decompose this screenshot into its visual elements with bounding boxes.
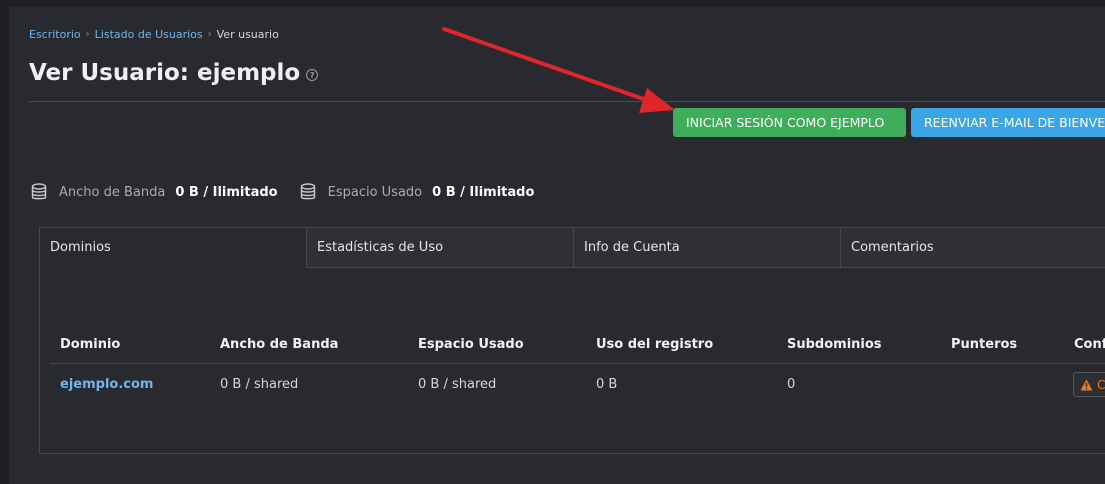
warning-triangle-icon [1080, 379, 1093, 390]
domain-link[interactable]: ejemplo.com [60, 364, 153, 404]
bandwidth-value: 0 B / Ilimitado [175, 184, 278, 200]
resend-welcome-email-label: REENVIAR E-MAIL DE BIENVENIDA [924, 115, 1105, 130]
tab-comments[interactable]: Comentarios [841, 228, 1105, 268]
domain-subdomains: 0 [787, 376, 796, 392]
login-as-user-button[interactable]: INICIAR SESIÓN COMO EJEMPLO [673, 108, 906, 137]
column-header-bandwidth[interactable]: Ancho de Banda [220, 324, 338, 364]
user-details-tabs: Dominios Estadísticas de Uso Info de Cue… [39, 227, 1105, 454]
column-header-config[interactable]: Config [1074, 324, 1105, 364]
domains-table: Dominio Ancho de Banda Espacio Usado Uso… [50, 324, 1105, 404]
database-icon [31, 183, 47, 200]
breadcrumb-current: Ver usuario [216, 28, 279, 41]
usage-summary: Ancho de Banda 0 B / Ilimitado Espacio U… [31, 183, 556, 201]
domain-bandwidth: 0 B / shared [220, 376, 299, 392]
column-header-domain[interactable]: Dominio [60, 324, 120, 364]
breadcrumb-home-link[interactable]: Escritorio [29, 28, 81, 41]
config-warning-label: C [1097, 377, 1105, 392]
column-header-disk[interactable]: Espacio Usado [418, 324, 524, 364]
breadcrumb-users-link[interactable]: Listado de Usuarios [95, 28, 203, 41]
disk-usage-value: 0 B / Ilimitado [432, 184, 535, 200]
title-divider [29, 101, 1105, 102]
login-as-user-label: INICIAR SESIÓN COMO EJEMPLO [686, 115, 885, 130]
chevron-right-icon: › [85, 29, 90, 40]
column-header-subdomains[interactable]: Subdominios [787, 324, 882, 364]
tab-usage-stats[interactable]: Estadísticas de Uso [307, 228, 574, 268]
tab-bar: Dominios Estadísticas de Uso Info de Cue… [40, 228, 1105, 268]
bandwidth-label: Ancho de Banda [59, 184, 166, 200]
table-row: ejemplo.com 0 B / shared 0 B / shared 0 … [50, 364, 1105, 404]
table-header: Dominio Ancho de Banda Espacio Usado Uso… [50, 324, 1105, 364]
resend-welcome-email-button[interactable]: REENVIAR E-MAIL DE BIENVENIDA [911, 108, 1105, 137]
column-header-log-usage[interactable]: Uso del registro [596, 324, 713, 364]
domain-disk: 0 B / shared [418, 376, 497, 392]
question-circle-icon[interactable]: ? [306, 69, 319, 81]
tab-domains[interactable]: Dominios [40, 228, 307, 268]
tab-account-info[interactable]: Info de Cuenta [574, 228, 841, 268]
disk-usage-label: Espacio Usado [327, 184, 423, 200]
breadcrumb: Escritorio › Listado de Usuarios › Ver u… [29, 28, 279, 41]
page-title: Ver Usuario: ejemplo ? [29, 60, 319, 86]
page-title-text: Ver Usuario: ejemplo [29, 60, 301, 86]
column-header-pointers[interactable]: Punteros [951, 324, 1017, 364]
chevron-right-icon: › [207, 29, 212, 40]
config-warning-button[interactable]: C [1073, 372, 1105, 397]
database-icon [300, 183, 315, 200]
domain-log-usage: 0 B [596, 376, 618, 392]
